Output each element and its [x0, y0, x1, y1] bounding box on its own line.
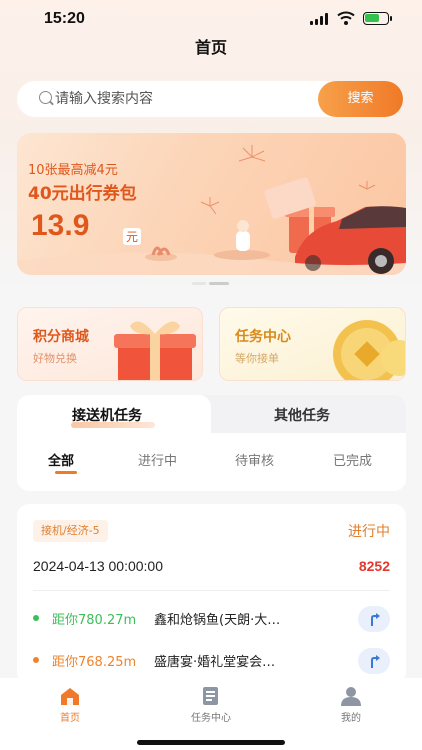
home-icon: [61, 688, 79, 705]
nav-mine[interactable]: 我的: [311, 686, 391, 724]
dropoff-dot: [33, 657, 39, 663]
pickup-dot: [33, 615, 39, 621]
banner-line2: 40元出行券包: [28, 184, 137, 204]
navigate-icon: [371, 655, 380, 668]
pickup-place: 鑫和炝锅鱼(天朗·大…: [154, 613, 281, 628]
dropoff-location: 距你768.25m 盛唐宴·婚礼堂宴会…: [33, 648, 390, 674]
subtab-indicator: [55, 471, 77, 474]
points-mall-card[interactable]: 积分商城 好物兑换: [17, 307, 203, 381]
nav-home[interactable]: 首页: [30, 686, 110, 724]
coin-icon: [333, 320, 405, 380]
navigate-button[interactable]: [358, 648, 390, 674]
task-tabs-panel: 接送机任务 其他任务 全部 进行中 待审核 已完成: [17, 395, 406, 491]
gift-box-icon: [114, 321, 196, 380]
nav-task-center-label: 任务中心: [191, 713, 231, 724]
divider: [33, 590, 390, 591]
tab-other-tasks[interactable]: 其他任务: [274, 405, 330, 425]
nav-task-center[interactable]: 任务中心: [171, 686, 251, 724]
search-icon: [39, 91, 52, 104]
nav-home-label: 首页: [60, 713, 80, 724]
banner-line1: 10张最高减4元: [28, 163, 118, 178]
dropoff-place: 盛唐宴·婚礼堂宴会…: [154, 655, 276, 670]
nav-mine-label: 我的: [341, 713, 361, 724]
tab-airport-tasks[interactable]: 接送机任务: [72, 405, 142, 425]
subtab-all[interactable]: 全部: [48, 450, 74, 469]
pickup-location: 距你780.27m 鑫和炝锅鱼(天朗·大…: [33, 606, 390, 632]
banner-illustration: [17, 145, 406, 275]
navigate-icon: [371, 613, 380, 626]
task-type-tag: 接机/经济-5: [33, 520, 108, 542]
task-card[interactable]: 接机/经济-5 进行中 2024-04-13 00:00:00 8252 距你7…: [17, 504, 406, 684]
task-status: 进行中: [348, 524, 390, 540]
points-mall-title: 积分商城: [33, 329, 89, 345]
signal-icon: [310, 13, 330, 25]
wifi-icon: [337, 11, 355, 25]
task-center-subtitle: 等你接单: [235, 352, 279, 365]
status-time: 15:20: [44, 10, 85, 27]
search-input[interactable]: [55, 89, 315, 109]
task-doc-icon: [203, 687, 218, 705]
search-bar: 搜索: [17, 81, 403, 117]
pickup-distance: 距你780.27m: [52, 613, 137, 628]
task-center-card[interactable]: 任务中心 等你接单: [219, 307, 406, 381]
task-datetime: 2024-04-13 00:00:00: [33, 558, 163, 574]
battery-icon: [363, 12, 392, 25]
subtab-completed[interactable]: 已完成: [333, 450, 372, 469]
page-title: 首页: [194, 38, 227, 57]
user-icon: [341, 687, 361, 706]
subtab-pending-review[interactable]: 待审核: [235, 450, 274, 469]
navigate-button[interactable]: [358, 606, 390, 632]
banner-unit: 元: [123, 228, 142, 245]
task-number: 8252: [358, 558, 390, 574]
search-button[interactable]: 搜索: [318, 81, 403, 117]
dropoff-distance: 距你768.25m: [52, 655, 137, 670]
promo-banner[interactable]: 10张最高减4元 40元出行券包 13.9 元: [17, 133, 406, 275]
points-mall-subtitle: 好物兑换: [33, 352, 77, 365]
subtab-in-progress[interactable]: 进行中: [138, 450, 177, 469]
banner-indicator: [192, 282, 232, 285]
banner-price: 13.9: [31, 209, 90, 242]
home-indicator: [137, 740, 285, 745]
task-center-title: 任务中心: [235, 329, 291, 345]
